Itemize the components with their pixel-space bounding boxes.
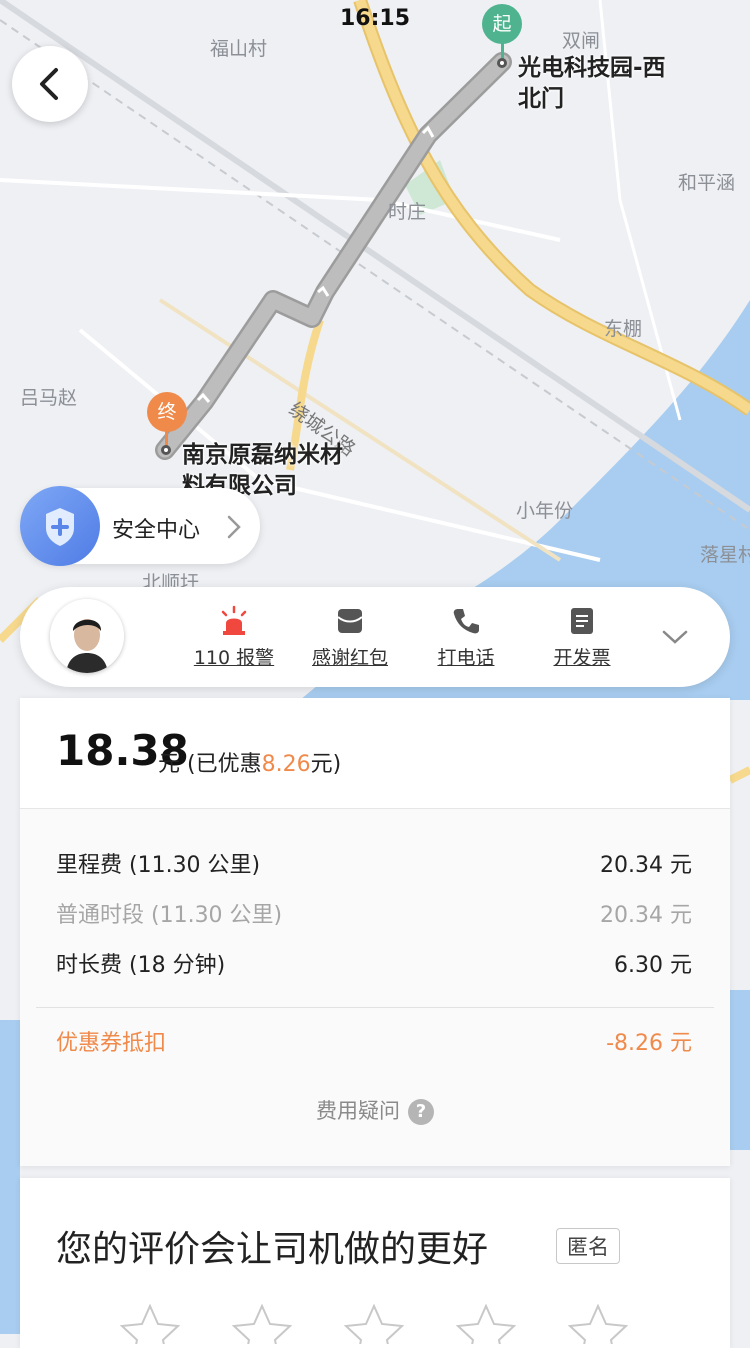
action-label: 110 报警 <box>193 647 275 669</box>
emergency-110-button[interactable]: 110 报警 <box>179 605 289 670</box>
star-icon[interactable] <box>566 1304 630 1344</box>
fare-total-suffix: 元 (已优惠8.26元) <box>158 746 341 778</box>
coupon-value: -8.26 元 <box>606 1031 692 1056</box>
fare-row-label: 里程费 (11.30 公里) <box>56 853 261 878</box>
question-mark-icon: ? <box>408 1099 434 1125</box>
fare-row-value: 6.30 元 <box>614 953 692 978</box>
safety-center-label: 安全中心 <box>112 518 201 543</box>
fare-question-link[interactable]: 费用疑问? <box>20 1095 730 1125</box>
star-icon[interactable] <box>230 1304 294 1344</box>
map-label: 落星村 <box>700 544 750 566</box>
fare-row-value: 20.34 元 <box>600 853 692 878</box>
fare-divider <box>36 1007 714 1008</box>
start-location-line: 北门 <box>518 86 564 112</box>
fare-discount-value: 8.26 <box>261 752 311 777</box>
water-right <box>730 990 750 1150</box>
star-icon[interactable] <box>342 1304 406 1344</box>
issue-invoice-button[interactable]: 开发票 <box>527 605 637 670</box>
fare-row-label: 时长费 (18 分钟) <box>56 953 226 978</box>
star-icon[interactable] <box>454 1304 518 1344</box>
action-label: 打电话 <box>437 647 495 669</box>
siren-icon <box>179 605 289 637</box>
fare-summary: 18.38 元 (已优惠8.26元) <box>20 698 730 809</box>
star-icon[interactable] <box>118 1304 182 1344</box>
safety-center-button[interactable]: 安全中心 <box>20 486 260 566</box>
end-pin[interactable]: 终 <box>147 392 187 432</box>
coupon-label: 优惠券抵扣 <box>56 1031 167 1056</box>
rating-card: 您的评价会让司机做的更好 匿名 <box>20 1178 730 1348</box>
fare-unit: 元 <box>158 752 181 777</box>
end-location-line: 南京原磊纳米材 <box>182 442 343 468</box>
driver-avatar[interactable] <box>50 599 124 673</box>
map-label: 时庄 <box>388 201 427 223</box>
water-left <box>0 1020 20 1334</box>
fare-question-label: 费用疑问 <box>316 1099 400 1123</box>
chevron-left-icon <box>40 68 58 100</box>
fare-row-label: 普通时段 (11.30 公里) <box>56 903 283 928</box>
thank-red-envelope-button[interactable]: 感谢红包 <box>295 605 405 670</box>
start-location-line: 光电科技园-西 <box>518 55 666 81</box>
shield-plus-icon <box>20 486 100 566</box>
red-envelope-icon <box>295 605 405 637</box>
map-label: 吕马赵 <box>20 387 78 409</box>
map-label: 福山村 <box>210 38 268 60</box>
chevron-down-icon[interactable] <box>660 627 690 647</box>
fare-card: 18.38 元 (已优惠8.26元) 里程费 (11.30 公里) 20.34 … <box>20 698 730 1166</box>
action-label: 感谢红包 <box>311 647 388 669</box>
invoice-icon <box>527 605 637 637</box>
fare-discount-suffix: 元) <box>310 752 342 777</box>
status-bar-time: 16:15 <box>339 6 411 31</box>
map-label: 和平涵 <box>678 172 736 194</box>
chevron-right-icon <box>227 515 241 539</box>
fare-detail: 里程费 (11.30 公里) 20.34 元 普通时段 (11.30 公里) 2… <box>20 809 730 1166</box>
anonymous-toggle[interactable]: 匿名 <box>556 1228 620 1264</box>
map-label: 东棚 <box>604 318 643 340</box>
rating-title: 您的评价会让司机做的更好 <box>56 1229 489 1270</box>
fare-row-value: 20.34 元 <box>600 903 692 928</box>
driver-action-bar: 110 报警 感谢红包 打电话 开发票 <box>20 587 730 687</box>
fare-discount-prefix: (已优惠 <box>187 752 262 777</box>
phone-icon <box>411 605 521 637</box>
call-driver-button[interactable]: 打电话 <box>411 605 521 670</box>
start-location-label: 光电科技园-西 北门 <box>518 53 666 115</box>
map-label: 小年份 <box>516 500 574 522</box>
action-label: 开发票 <box>553 647 611 669</box>
back-button[interactable] <box>12 46 88 122</box>
